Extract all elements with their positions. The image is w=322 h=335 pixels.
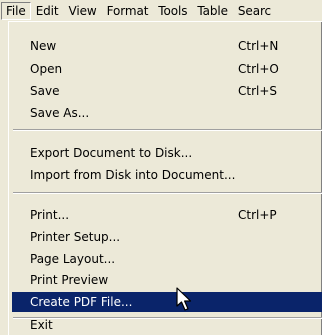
- menu-item-label: New: [30, 39, 57, 53]
- menu-item-label: Exit: [30, 318, 53, 332]
- menu-item-exit[interactable]: Exit: [12, 315, 322, 335]
- menubar-format[interactable]: Format: [102, 2, 154, 20]
- menu-item-new[interactable]: New Ctrl+N: [12, 36, 322, 56]
- menubar-table[interactable]: Table: [192, 2, 233, 20]
- menu-item-label: Printer Setup...: [30, 230, 121, 244]
- menu-item-save-as[interactable]: Save As...: [12, 103, 322, 123]
- menu-item-print-preview[interactable]: Print Preview: [12, 270, 322, 290]
- mouse-pointer-icon: [176, 287, 192, 311]
- menu-item-label: Create PDF File...: [30, 295, 133, 309]
- menu-separator: [13, 192, 322, 194]
- menubar-edit[interactable]: Edit: [31, 2, 64, 20]
- menu-item-print[interactable]: Print... Ctrl+P: [12, 205, 322, 225]
- menu-item-shortcut: Ctrl+S: [238, 84, 278, 98]
- menu-item-page-layout[interactable]: Page Layout...: [12, 249, 322, 269]
- menu-item-label: Print Preview: [30, 273, 109, 287]
- menu-item-label: Export Document to Disk...: [30, 146, 193, 160]
- menu-item-open[interactable]: Open Ctrl+O: [12, 59, 322, 79]
- menu-item-import-from-disk[interactable]: Import from Disk into Document...: [12, 165, 322, 185]
- menu-item-shortcut: Ctrl+O: [238, 62, 279, 76]
- menu-item-save[interactable]: Save Ctrl+S: [12, 81, 322, 101]
- menu-item-label: Print...: [30, 208, 70, 222]
- menubar-view[interactable]: View: [64, 2, 102, 20]
- menu-item-label: Open: [30, 62, 63, 76]
- menu-item-export-document[interactable]: Export Document to Disk...: [12, 143, 322, 163]
- menu-item-printer-setup[interactable]: Printer Setup...: [12, 227, 322, 247]
- menubar-search[interactable]: Searc: [233, 2, 276, 20]
- menu-item-label: Page Layout...: [30, 252, 116, 266]
- menu-item-label: Save: [30, 84, 60, 98]
- menu-item-label: Save As...: [30, 106, 90, 120]
- menu-bar: File Edit View Format Tools Table Searc: [0, 0, 322, 22]
- menubar-file[interactable]: File: [1, 2, 31, 20]
- menu-separator: [13, 129, 322, 131]
- file-menu-dropdown: New Ctrl+N Open Ctrl+O Save Ctrl+S Save …: [8, 21, 322, 335]
- menu-item-shortcut: Ctrl+N: [238, 39, 279, 53]
- menubar-tools[interactable]: Tools: [153, 2, 192, 20]
- menu-item-label: Import from Disk into Document...: [30, 168, 236, 182]
- menu-item-shortcut: Ctrl+P: [238, 208, 277, 222]
- menu-item-create-pdf[interactable]: Create PDF File...: [12, 292, 322, 312]
